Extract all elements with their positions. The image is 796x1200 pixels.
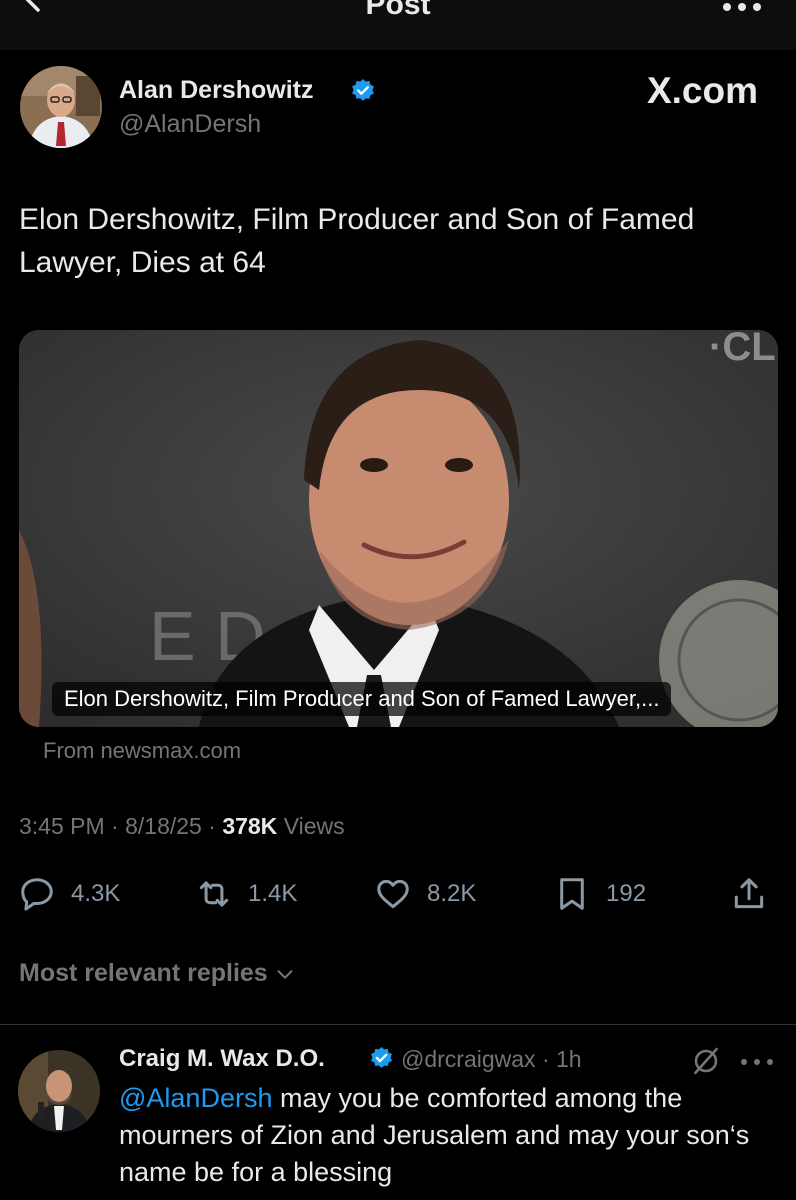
like-count: 8.2K [427,880,477,907]
card-photo: ·CL E D [19,330,778,727]
site-watermark: X.com [646,70,758,111]
reply-age: 1h [556,1046,582,1072]
repost-button[interactable]: 1.4K [195,872,297,916]
reply-author-avatar[interactable] [18,1050,100,1132]
reply-author-name[interactable]: Craig M. Wax D.O. [119,1045,325,1073]
tweet-date: 8/18/25 [125,813,202,839]
tweet-text: Elon Dershowitz, Film Producer and Son o… [19,203,695,279]
reply-count: 4.3K [71,880,121,907]
reply-text: @AlanDersh may you be comforted among th… [119,1080,769,1191]
more-icon[interactable] [722,2,762,12]
reply-handle-text: @drcraigwax [401,1046,536,1072]
repost-count: 1.4K [248,880,298,907]
repost-icon [199,881,229,907]
author-avatar[interactable] [20,66,102,148]
bookmark-icon [560,878,584,910]
author-handle[interactable]: @AlanDersh [119,110,261,139]
author-name[interactable]: Alan Dershowitz [119,76,313,105]
page-title: Post [365,0,431,21]
tweet-time: 3:45 PM [19,813,105,839]
share-button[interactable] [730,872,768,916]
meta-separator: · [541,1046,557,1072]
link-card[interactable]: ·CL E D Elon Dershowitz, Film Producer a… [19,330,778,727]
reply-mention-link[interactable]: @AlanDersh [119,1083,272,1113]
replies-sort-label: Most relevant replies [19,959,268,987]
share-icon [734,878,764,909]
like-button[interactable]: 8.2K [374,872,476,916]
reply-author-handle[interactable]: @drcraigwax · 1h [401,1046,582,1073]
replies-sort-dropdown[interactable]: Most relevant replies [19,959,296,988]
card-caption: Elon Dershowitz, Film Producer and Son o… [52,682,672,716]
verified-badge-icon [352,79,374,101]
chevron-down-icon [277,969,293,979]
meta-separator: · [111,813,126,839]
reply-button[interactable]: 4.3K [18,872,120,916]
verified-badge-icon [371,1047,392,1068]
like-icon [377,879,409,909]
bookmark-count: 192 [606,880,647,907]
top-bar: Post [0,0,796,50]
more-icon[interactable] [740,1057,774,1067]
grok-icon[interactable] [690,1045,722,1077]
views-label: Views [283,813,345,839]
meta-separator: · [208,813,223,839]
bookmark-button[interactable]: 192 [553,872,646,916]
divider [0,1024,796,1025]
card-source[interactable]: From newsmax.com [43,738,241,764]
reply-icon [21,878,53,911]
tweet-meta: 3:45 PM · 8/18/25 · 378K Views [19,813,345,840]
views-count: 378K [222,813,278,839]
svg-text:·CL: ·CL [709,330,776,369]
